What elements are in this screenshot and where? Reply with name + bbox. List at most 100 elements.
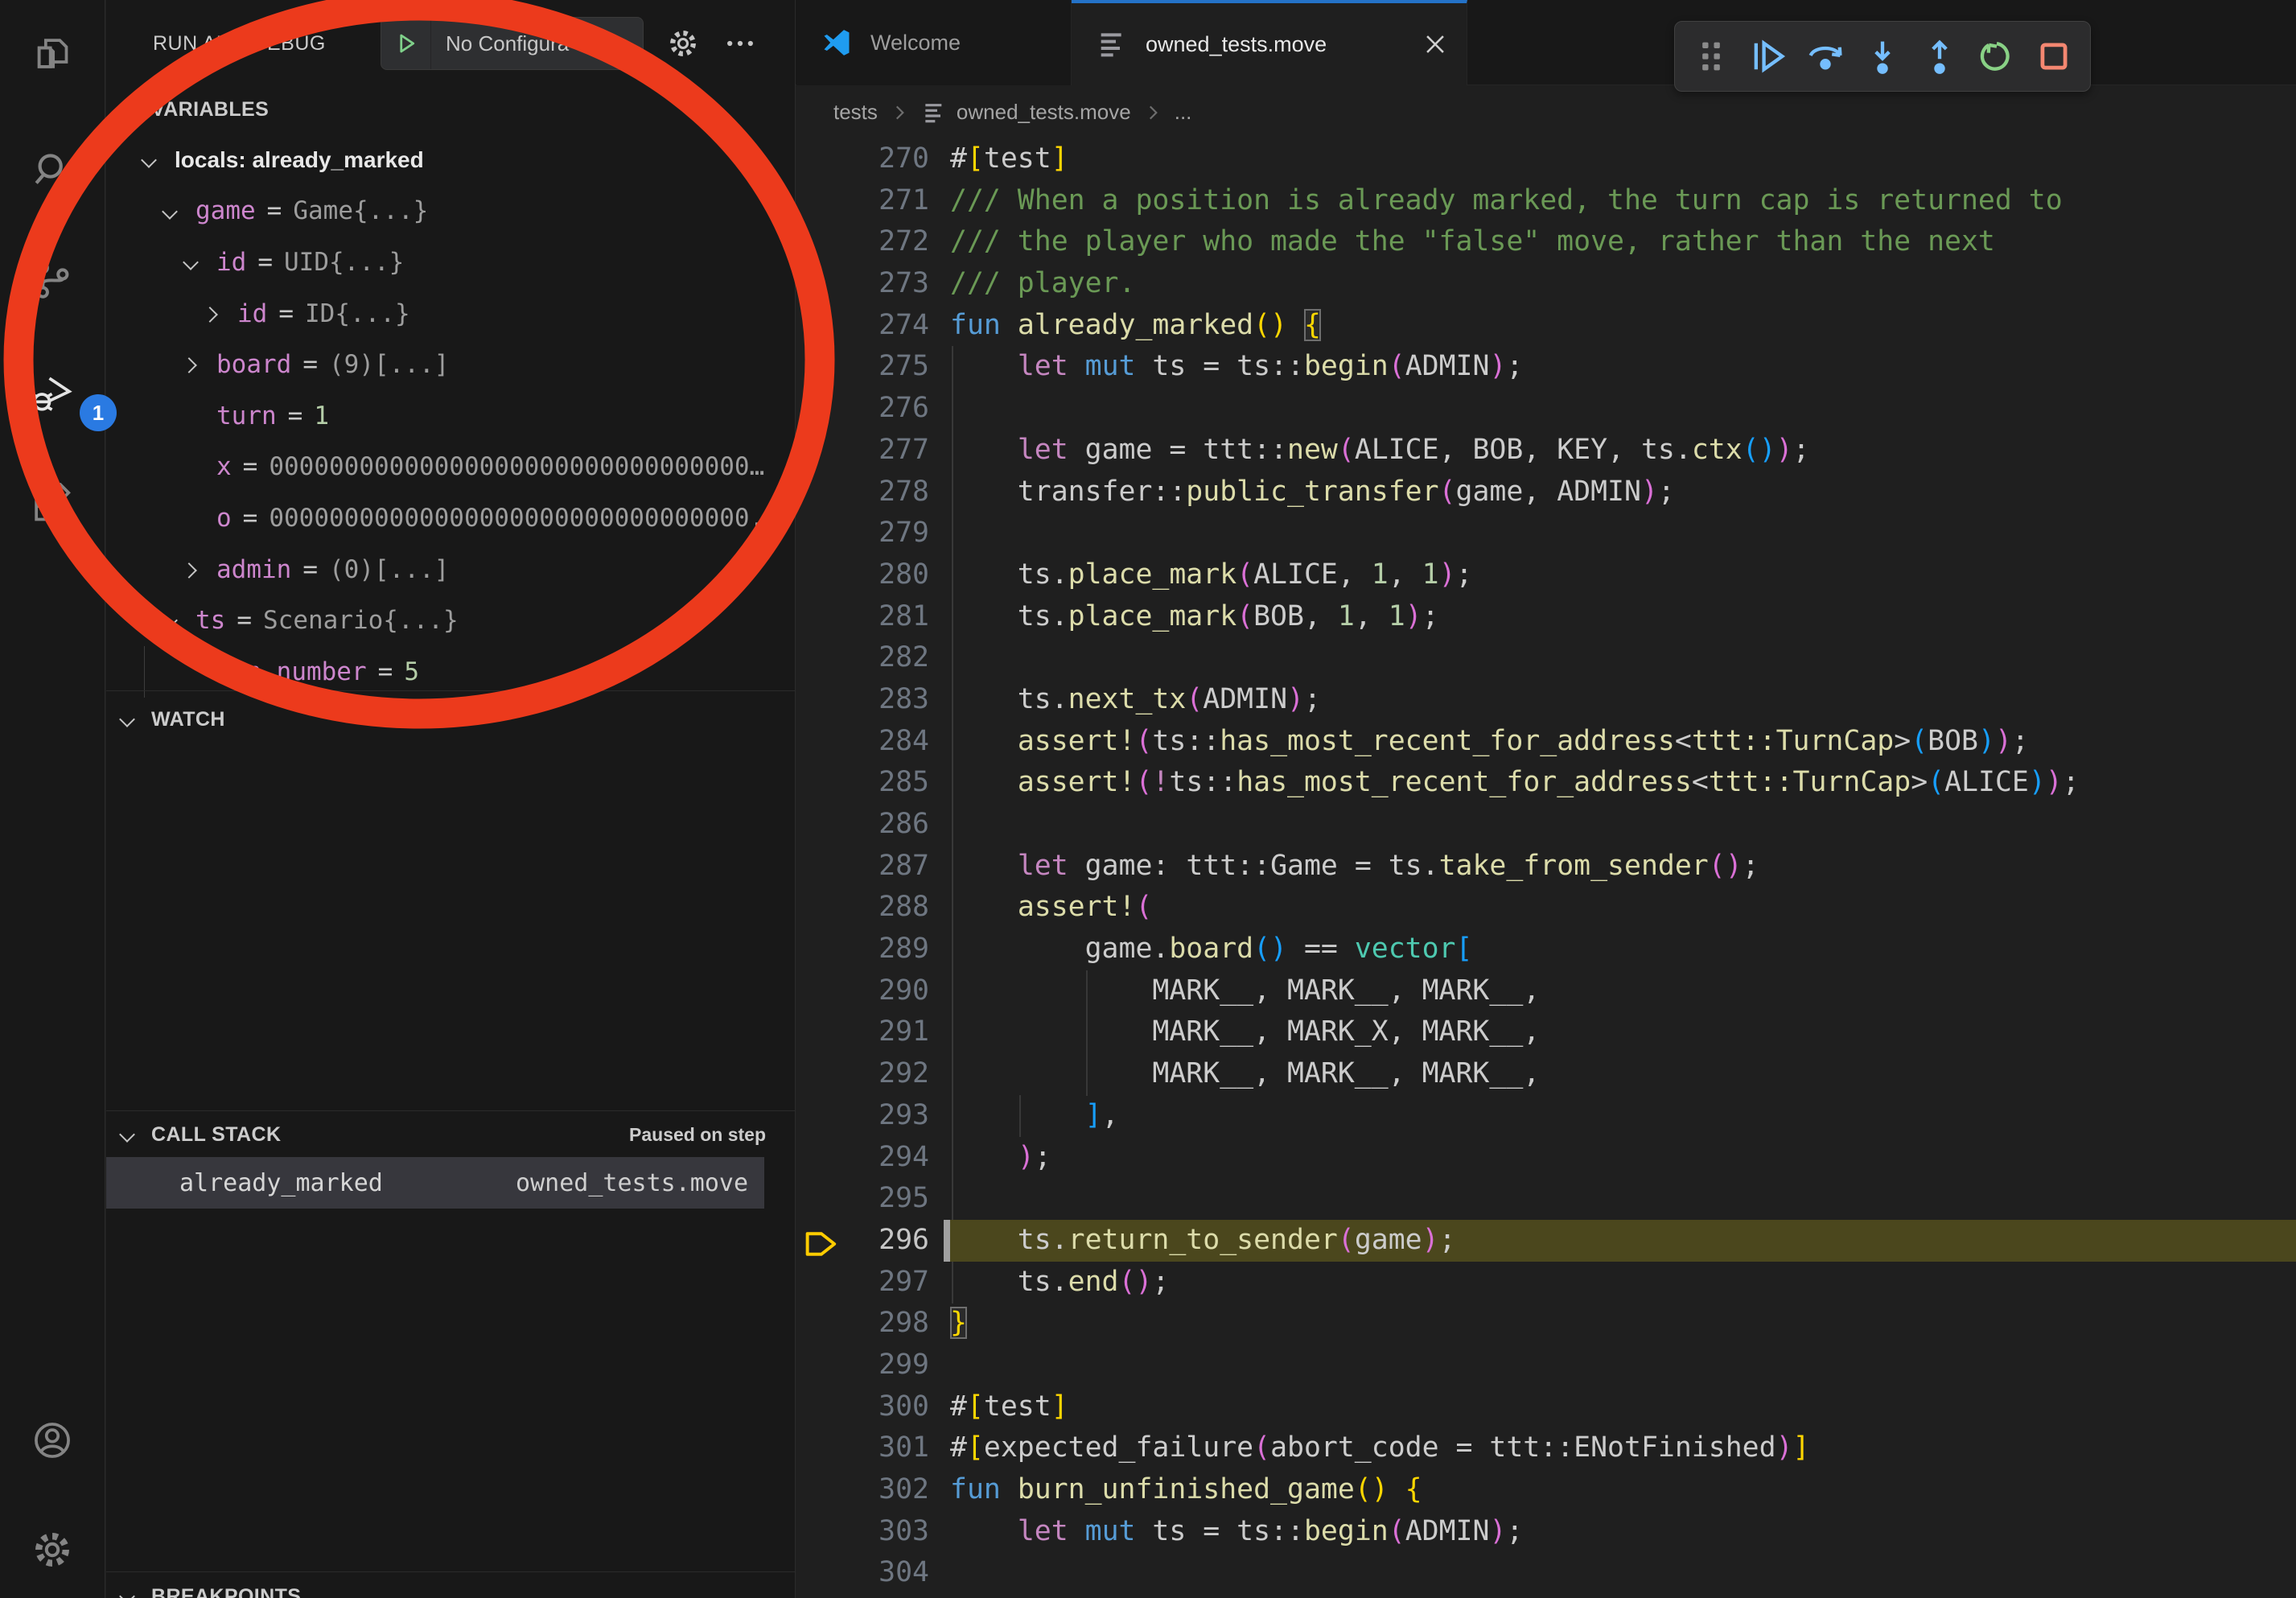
drag-handle-icon[interactable]	[1690, 35, 1732, 77]
code-line-293[interactable]: 293 ],	[796, 1095, 2296, 1137]
line-number[interactable]: 300	[796, 1386, 929, 1428]
code-line-276[interactable]: 276	[796, 388, 2296, 430]
line-number[interactable]: 293	[796, 1095, 929, 1137]
code-line-295[interactable]: 295	[796, 1178, 2296, 1220]
code-line-289[interactable]: 289 game.board() == vector[	[796, 929, 2296, 970]
step-out-icon[interactable]	[1919, 35, 1961, 77]
line-number[interactable]: 270	[796, 138, 929, 180]
line-number[interactable]: 279	[796, 513, 929, 554]
line-number[interactable]: 304	[796, 1552, 929, 1594]
code-line-279[interactable]: 279	[796, 513, 2296, 554]
watch-section-header[interactable]: WATCH	[106, 697, 795, 742]
code-line-299[interactable]: 299	[796, 1345, 2296, 1386]
code-line-282[interactable]: 282	[796, 637, 2296, 679]
code-area[interactable]: 270#[test]271/// When a position is alre…	[796, 138, 2296, 1598]
line-number[interactable]: 290	[796, 970, 929, 1012]
code-line-300[interactable]: 300#[test]	[796, 1386, 2296, 1428]
step-over-icon[interactable]	[1804, 35, 1846, 77]
chevron-right-icon[interactable]	[181, 354, 202, 375]
line-number[interactable]: 273	[796, 263, 929, 305]
variable-row[interactable]: locals: already_marked	[106, 134, 795, 186]
code-line-277[interactable]: 277 let game = ttt::new(ALICE, BOB, KEY,…	[796, 430, 2296, 472]
variable-row[interactable]: x=00000000000000000000000000000000…	[106, 442, 795, 493]
stop-icon[interactable]	[2033, 35, 2075, 77]
source-control-icon[interactable]	[30, 257, 75, 303]
code-line-278[interactable]: 278 transfer::public_transfer(game, ADMI…	[796, 472, 2296, 513]
chevron-down-icon[interactable]	[139, 150, 160, 171]
code-line-304[interactable]: 304	[796, 1552, 2296, 1594]
line-number[interactable]: 285	[796, 762, 929, 804]
chevron-down-icon[interactable]	[160, 610, 181, 631]
variable-row[interactable]: txn_number=5	[106, 646, 795, 698]
line-number[interactable]: 294	[796, 1137, 929, 1179]
line-number[interactable]: 302	[796, 1469, 929, 1511]
account-icon[interactable]	[30, 1418, 75, 1463]
line-number[interactable]: 278	[796, 472, 929, 513]
line-number[interactable]: 299	[796, 1345, 929, 1386]
variable-row[interactable]: ts=Scenario{...}	[106, 595, 795, 646]
code-line-284[interactable]: 284 assert!(ts::has_most_recent_for_addr…	[796, 721, 2296, 763]
line-number[interactable]: 291	[796, 1011, 929, 1053]
line-number[interactable]: 286	[796, 804, 929, 846]
line-number[interactable]: 272	[796, 221, 929, 263]
more-actions-icon[interactable]	[722, 26, 758, 61]
line-number[interactable]: 297	[796, 1262, 929, 1304]
code-line-285[interactable]: 285 assert!(!ts::has_most_recent_for_add…	[796, 762, 2296, 804]
line-number[interactable]: 274	[796, 305, 929, 347]
code-line-270[interactable]: 270#[test]	[796, 138, 2296, 180]
line-number[interactable]: 295	[796, 1178, 929, 1220]
continue-icon[interactable]	[1747, 35, 1789, 77]
line-number[interactable]: 281	[796, 596, 929, 638]
code-line-298[interactable]: 298}	[796, 1303, 2296, 1345]
code-line-292[interactable]: 292 MARK__, MARK__, MARK__,	[796, 1053, 2296, 1095]
line-number[interactable]: 282	[796, 637, 929, 679]
code-line-290[interactable]: 290 MARK__, MARK__, MARK__,	[796, 970, 2296, 1012]
tab-owned-tests-move[interactable]: owned_tests.move	[1072, 0, 1467, 85]
code-line-301[interactable]: 301#[expected_failure(abort_code = ttt::…	[796, 1427, 2296, 1469]
breadcrumb-folder[interactable]: tests	[833, 100, 878, 125]
call-stack-frame-row[interactable]: already_marked owned_tests.move	[106, 1157, 764, 1209]
line-number[interactable]: 283	[796, 679, 929, 721]
explorer-icon[interactable]	[30, 34, 75, 79]
code-line-272[interactable]: 272/// the player who made the "false" m…	[796, 221, 2296, 263]
chevron-right-icon[interactable]	[202, 303, 223, 324]
step-into-icon[interactable]	[1862, 35, 1903, 77]
chevron-down-icon[interactable]	[160, 201, 181, 222]
variable-row[interactable]: turn=1	[106, 390, 795, 442]
call-stack-section-header[interactable]: CALL STACK Paused on step	[106, 1112, 795, 1157]
code-line-294[interactable]: 294 );	[796, 1137, 2296, 1179]
line-number[interactable]: 303	[796, 1511, 929, 1553]
line-number[interactable]: 289	[796, 929, 929, 970]
variable-row[interactable]: admin=(0)[...]	[106, 544, 795, 595]
breakpoints-section-header[interactable]: BREAKPOINTS	[106, 1574, 795, 1598]
variable-row[interactable]: id=UID{...}	[106, 237, 795, 288]
code-line-302[interactable]: 302fun burn_unfinished_game() {	[796, 1469, 2296, 1511]
line-number[interactable]: 276	[796, 388, 929, 430]
code-line-287[interactable]: 287 let game: ttt::Game = ts.take_from_s…	[796, 846, 2296, 888]
extensions-icon[interactable]	[30, 483, 75, 528]
gear-icon[interactable]	[665, 26, 701, 61]
breadcrumb-more[interactable]: ...	[1175, 100, 1192, 125]
chevron-down-icon[interactable]	[181, 252, 202, 273]
code-line-281[interactable]: 281 ts.place_mark(BOB, 1, 1);	[796, 596, 2296, 638]
code-line-291[interactable]: 291 MARK__, MARK_X, MARK__,	[796, 1011, 2296, 1053]
tab-welcome[interactable]: Welcome	[796, 0, 1072, 85]
line-number[interactable]: 280	[796, 554, 929, 596]
code-line-297[interactable]: 297 ts.end();	[796, 1262, 2296, 1304]
variables-section-header[interactable]: VARIABLES	[106, 87, 795, 132]
breadcrumb-file[interactable]: owned_tests.move	[957, 100, 1131, 125]
line-number[interactable]: 288	[796, 887, 929, 929]
chevron-right-icon[interactable]	[181, 559, 202, 580]
code-line-283[interactable]: 283 ts.next_tx(ADMIN);	[796, 679, 2296, 721]
code-line-271[interactable]: 271/// When a position is already marked…	[796, 180, 2296, 222]
line-number[interactable]: 271	[796, 180, 929, 222]
variable-row[interactable]: game=Game{...}	[106, 186, 795, 237]
code-line-275[interactable]: 275 let mut ts = ts::begin(ADMIN);	[796, 346, 2296, 388]
code-line-288[interactable]: 288 assert!(	[796, 887, 2296, 929]
line-number[interactable]: 284	[796, 721, 929, 763]
code-line-286[interactable]: 286	[796, 804, 2296, 846]
line-number[interactable]: 275	[796, 346, 929, 388]
restart-icon[interactable]	[1976, 35, 2018, 77]
run-and-debug-icon[interactable]: 1	[30, 372, 75, 417]
line-number[interactable]: 301	[796, 1427, 929, 1469]
